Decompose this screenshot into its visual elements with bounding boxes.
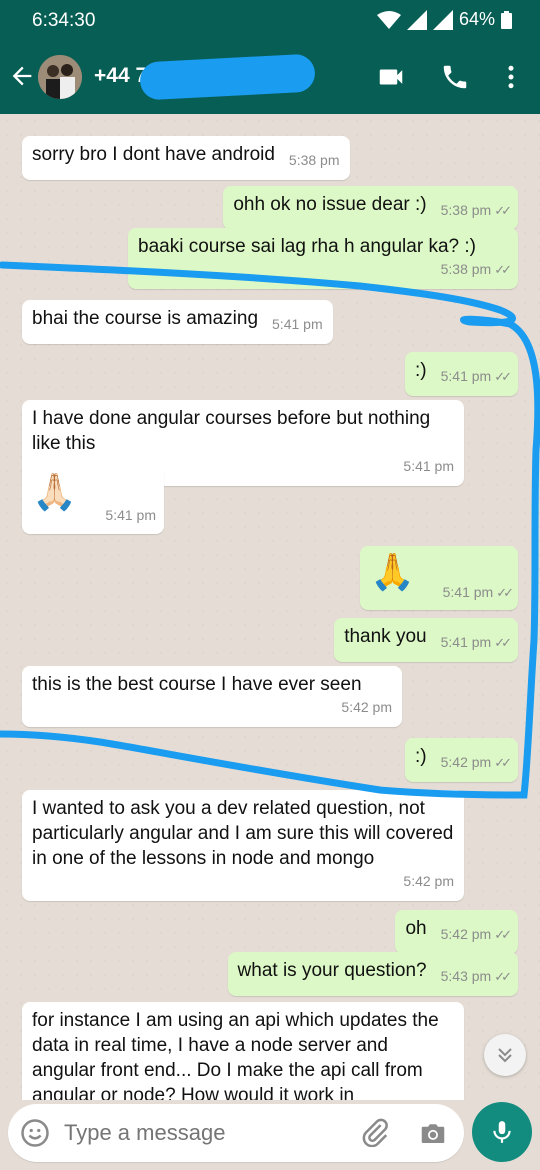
- folded-hands-emoji: 🙏: [370, 551, 415, 592]
- message-outgoing-emoji[interactable]: 🙏 5:41 pm ✓✓: [360, 546, 518, 610]
- read-ticks-icon: ✓✓: [494, 755, 512, 770]
- chat-area[interactable]: sorry bro I dont have android 5:38 pm oh…: [0, 114, 540, 1100]
- read-ticks-icon: ✓✓: [494, 635, 512, 650]
- read-ticks-icon: ✓✓: [494, 262, 512, 277]
- status-time: 6:34:30: [32, 10, 96, 31]
- message-incoming-emoji[interactable]: 🙏🏻 5:41 pm: [22, 466, 164, 534]
- battery-percent: 64%: [458, 9, 495, 29]
- contact-name[interactable]: +44 7: [94, 64, 147, 88]
- emoji-icon[interactable]: [20, 1118, 50, 1148]
- message-composer: [8, 1104, 464, 1162]
- message-incoming[interactable]: bhai the course is amazing 5:41 pm: [22, 300, 333, 344]
- read-ticks-icon: ✓✓: [496, 585, 514, 600]
- microphone-icon: [493, 1121, 511, 1143]
- status-bar: 6:34:30 64%: [0, 0, 540, 40]
- message-incoming[interactable]: this is the best course I have ever seen…: [22, 666, 402, 727]
- message-incoming[interactable]: for instance I am using an api which upd…: [22, 1002, 464, 1100]
- paperclip-icon[interactable]: [360, 1117, 390, 1147]
- message-time: 5:41 pm: [105, 507, 156, 523]
- wifi-icon: [376, 10, 401, 29]
- back-arrow-icon[interactable]: [8, 62, 36, 90]
- message-incoming[interactable]: sorry bro I dont have android 5:38 pm: [22, 136, 350, 180]
- read-ticks-icon: ✓✓: [494, 969, 512, 984]
- message-time: 5:38 pm: [288, 152, 340, 168]
- more-options-icon[interactable]: [496, 62, 526, 92]
- message-outgoing[interactable]: oh 5:42 pm ✓✓: [395, 910, 518, 954]
- redaction-scribble: [139, 53, 316, 101]
- message-time: 5:41 pm: [440, 368, 492, 384]
- read-ticks-icon: ✓✓: [494, 927, 512, 942]
- message-time: 5:38 pm: [440, 202, 492, 218]
- message-time: 5:41 pm: [440, 634, 492, 650]
- folded-hands-emoji: 🙏🏻: [32, 471, 77, 512]
- message-time: 5:41 pm: [272, 316, 323, 332]
- avatar[interactable]: [38, 55, 82, 99]
- message-outgoing[interactable]: ohh ok no issue dear :) 5:38 pm ✓✓: [223, 186, 518, 230]
- message-outgoing[interactable]: thank you 5:41 pm ✓✓: [334, 618, 518, 662]
- message-outgoing[interactable]: :) 5:41 pm ✓✓: [405, 352, 518, 396]
- video-call-icon[interactable]: [376, 62, 406, 92]
- signal-icon: [406, 9, 427, 30]
- read-ticks-icon: ✓✓: [494, 203, 512, 218]
- message-input[interactable]: [64, 1120, 344, 1146]
- phone-call-icon[interactable]: [440, 62, 470, 92]
- microphone-button[interactable]: [472, 1102, 532, 1162]
- scroll-to-bottom-button[interactable]: [484, 1034, 526, 1076]
- message-outgoing[interactable]: :) 5:42 pm ✓✓: [405, 738, 518, 782]
- signal-icon-2: [432, 9, 453, 30]
- message-time: 5:42 pm: [440, 754, 492, 770]
- message-outgoing[interactable]: what is your question? 5:43 pm ✓✓: [227, 952, 518, 996]
- message-time: 5:42 pm: [341, 699, 392, 715]
- message-time: 5:42 pm: [440, 926, 492, 942]
- message-time: 5:42 pm: [403, 873, 454, 889]
- message-time: 5:41 pm: [442, 584, 494, 600]
- message-time: 5:38 pm: [440, 261, 492, 277]
- read-ticks-icon: ✓✓: [494, 369, 512, 384]
- message-outgoing[interactable]: baaki course sai lag rha h angular ka? :…: [128, 228, 518, 289]
- message-incoming[interactable]: I wanted to ask you a dev related questi…: [22, 790, 464, 901]
- double-chevron-down-icon: [498, 1048, 512, 1063]
- message-time: 5:43 pm: [440, 968, 492, 984]
- chat-header: +44 7: [0, 40, 540, 114]
- camera-icon[interactable]: [418, 1118, 448, 1148]
- battery-icon: [501, 10, 512, 29]
